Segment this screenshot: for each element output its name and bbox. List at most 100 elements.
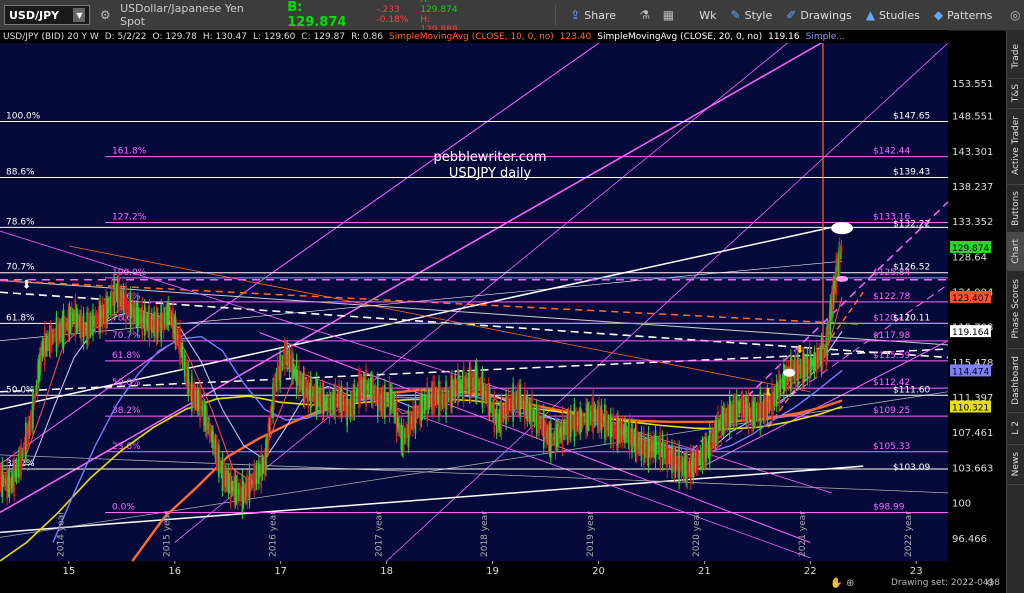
white-level-label: $139.43 — [893, 168, 930, 178]
flask-icon[interactable]: ⚗ — [636, 6, 654, 24]
price-body — [1, 462, 4, 498]
y-tick-label: 103.663 — [952, 463, 993, 474]
info-sma10: SimpleMovingAvg (CLOSE, 10, 0, no) — [388, 31, 554, 42]
white-level-label: $147.65 — [893, 112, 930, 122]
price-body — [20, 444, 22, 475]
share-button[interactable]: ⇪ Share — [570, 8, 616, 22]
symbol-selector[interactable]: USD/JPY ▼ — [4, 5, 91, 25]
style-button[interactable]: ✎ Style — [731, 8, 773, 22]
patterns-icon: ◆ — [933, 8, 944, 22]
gear-icon[interactable]: ⚙ — [96, 6, 114, 24]
x-tick-label: 15 — [62, 566, 75, 577]
share-label: Share — [584, 8, 617, 22]
x-tick-label: 22 — [804, 566, 817, 577]
price-body — [34, 391, 37, 398]
price-body — [72, 313, 74, 322]
ask-price: A: 129.874 — [420, 0, 458, 15]
left-fib-label: 70.7% — [6, 263, 35, 273]
price-body — [276, 361, 279, 392]
side-tab-phase-scores[interactable]: Phase Scores — [1007, 270, 1024, 349]
year-label: 2019 year — [586, 511, 596, 557]
price-body — [21, 454, 24, 456]
price-body — [231, 481, 233, 492]
down-arrow-icon: ⬇ — [763, 386, 772, 399]
price-body — [22, 448, 25, 453]
price-body — [489, 402, 492, 408]
patterns-button[interactable]: ◆ Patterns — [934, 8, 993, 22]
price-body — [32, 391, 34, 430]
price-body — [65, 322, 67, 330]
side-tab-l-2[interactable]: L 2 — [1007, 412, 1024, 445]
price-body — [292, 358, 294, 379]
studies-button[interactable]: ▲ Studies — [866, 8, 920, 22]
change-pct: -0.18% — [376, 15, 409, 25]
right-fib-pct-label: 38.2% — [112, 406, 141, 416]
side-tab-t-s[interactable]: T&S — [1007, 78, 1024, 109]
right-fib-pct-label: 61.8% — [112, 351, 141, 361]
x-tick-label: 18 — [380, 566, 393, 577]
year-label: 2018 year — [480, 511, 490, 557]
white-level-label: $103.09 — [893, 463, 930, 473]
year-label: 2016 year — [268, 511, 278, 557]
price-body — [405, 427, 407, 440]
style-label: Style — [744, 8, 773, 22]
timeframe-button[interactable]: Wk — [699, 9, 716, 22]
studies-icon: ▲ — [865, 8, 876, 22]
price-body — [188, 385, 191, 388]
price-body — [493, 395, 496, 433]
right-fib-value-label: $122.78 — [873, 292, 910, 302]
studies-label: Studies — [879, 8, 920, 22]
settings-icon[interactable]: ⚙ — [986, 578, 995, 589]
right-fib-pct-label: 50.0% — [112, 378, 141, 388]
price-body — [417, 411, 419, 414]
side-tab-buttons[interactable]: Buttons — [1007, 184, 1024, 233]
marker-ellipse — [836, 275, 849, 282]
left-fib-label: 61.8% — [6, 313, 35, 323]
side-tab-label: Buttons — [1011, 190, 1021, 226]
side-tab-label: Phase Scores — [1011, 279, 1021, 339]
x-tick-label: 23 — [910, 566, 923, 577]
side-tab-label: L 2 — [1011, 421, 1021, 435]
price-body — [218, 445, 220, 478]
price-body — [488, 388, 491, 416]
side-tab-active-trader[interactable]: Active Trader — [1007, 108, 1024, 185]
drawing-set-label: Drawing set: 2022-0418 — [891, 578, 1000, 588]
chart-info-bar: USD/JPY (BID) 20 Y W D: 5/2/22 O: 129.78… — [0, 30, 948, 43]
price-body — [779, 380, 782, 392]
grid-icon[interactable]: ▦ — [660, 6, 678, 24]
price-body — [840, 245, 843, 254]
side-tab-trade[interactable]: Trade — [1007, 34, 1024, 79]
left-fib-label: 100.0% — [6, 112, 41, 122]
chevron-down-icon[interactable]: ▼ — [73, 8, 86, 22]
price-body — [126, 303, 128, 310]
price-body — [477, 374, 479, 392]
price-body — [538, 409, 540, 434]
price-chart[interactable]: 100.0% 88.6% 78.6% 70.7% 61.8% 50.0% 38.2% 161.… — [0, 43, 1006, 578]
side-tab-chart[interactable]: Chart — [1007, 232, 1024, 271]
right-fib-value-label: $142.44 — [873, 147, 910, 157]
right-fib-pct-label: 70.7% — [112, 331, 141, 341]
side-tab-dashboard[interactable]: Dashboard — [1007, 348, 1024, 413]
price-body — [92, 309, 94, 336]
zoom-icon[interactable]: ⊕ — [846, 578, 854, 589]
price-tag-label: 114.474 — [952, 367, 989, 377]
toolbar-divider — [555, 4, 557, 26]
bell-icon[interactable]: ◎ — [1006, 6, 1024, 24]
drawings-button[interactable]: ✐ Drawings — [786, 8, 852, 22]
right-fib-value-label: $115.59 — [873, 351, 910, 361]
change-block: -.233 -0.18% — [377, 5, 409, 25]
price-body — [206, 411, 208, 434]
x-tick-label: 19 — [486, 566, 499, 577]
side-tab-label: T&S — [1011, 83, 1021, 103]
right-fib-value-label: $109.25 — [873, 406, 910, 416]
price-body — [239, 484, 241, 501]
symbol-label: USD/JPY — [9, 8, 60, 22]
watermark-line-2: USDJPY daily — [449, 166, 532, 181]
hand-icon[interactable]: ✋ — [830, 578, 842, 589]
bid-price: B: 129.874 — [287, 0, 347, 30]
side-tab-news[interactable]: News — [1007, 444, 1024, 485]
price-body — [269, 411, 272, 426]
watermark-line-1: pebblewriter.com — [433, 150, 546, 165]
info-sma20: SimpleMovingAvg (CLOSE, 20, 0, no) — [597, 31, 763, 42]
price-body — [428, 396, 431, 404]
